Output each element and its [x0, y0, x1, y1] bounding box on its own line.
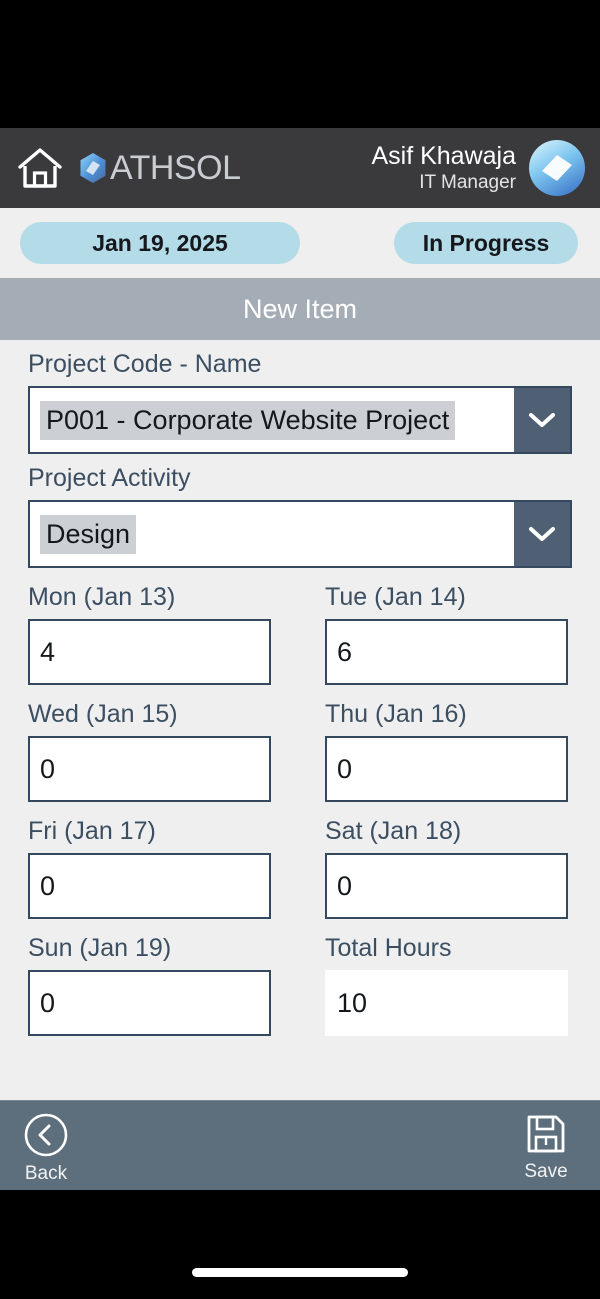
form-scroll-area[interactable]: Project Code - Name P001 - Corporate Web… — [0, 340, 600, 1100]
day-label: Sun (Jan 19) — [28, 934, 172, 962]
day-row: Wed (Jan 15) 0 Thu (Jan 16) 0 — [28, 685, 572, 802]
brand-logo[interactable]: ATHSOL — [78, 151, 241, 185]
home-indicator[interactable] — [192, 1268, 408, 1277]
day-cell-fri: Fri (Jan 17) 0 — [28, 802, 271, 919]
back-label: Back — [24, 1163, 68, 1184]
day-row: Sun (Jan 19) 0 Total Hours 10 — [28, 919, 572, 1036]
hours-input-thu[interactable]: 0 — [325, 736, 568, 802]
day-row: Fri (Jan 17) 0 Sat (Jan 18) 0 — [28, 802, 572, 919]
project-activity-select[interactable]: Design — [28, 500, 572, 568]
meta-row: Jan 19, 2025 In Progress — [0, 208, 600, 278]
day-cell-wed: Wed (Jan 15) 0 — [28, 685, 271, 802]
brand-name: ATHSOL — [110, 149, 241, 187]
phone-screen: ATHSOL Asif Khawaja IT Manager Jan 19, 2… — [0, 0, 600, 1299]
day-row: Mon (Jan 13) 4 Tue (Jan 14) 6 — [28, 568, 572, 685]
hours-input-fri[interactable]: 0 — [28, 853, 271, 919]
user-name: Asif Khawaja — [371, 142, 516, 170]
day-label: Mon (Jan 13) — [28, 583, 176, 611]
day-label: Sat (Jan 18) — [325, 817, 462, 845]
save-button[interactable]: Save — [500, 1111, 592, 1183]
total-hours-label: Total Hours — [325, 934, 452, 962]
project-code-value: P001 - Corporate Website Project — [40, 400, 456, 440]
project-activity-label: Project Activity — [28, 464, 191, 492]
day-label: Wed (Jan 15) — [28, 700, 178, 728]
hours-input-wed[interactable]: 0 — [28, 736, 271, 802]
day-cell-total: Total Hours 10 — [325, 919, 568, 1036]
day-cell-tue: Tue (Jan 14) 6 — [325, 568, 568, 685]
project-code-select[interactable]: P001 - Corporate Website Project — [28, 386, 572, 454]
hours-input-sat[interactable]: 0 — [325, 853, 568, 919]
hours-input-tue[interactable]: 6 — [325, 619, 568, 685]
status-badge[interactable]: In Progress — [394, 222, 578, 264]
project-activity-value: Design — [40, 514, 137, 554]
page-title: New Item — [0, 278, 600, 340]
hexagon-logo-icon — [80, 153, 106, 183]
chevron-down-icon[interactable] — [514, 388, 570, 452]
day-label: Thu (Jan 16) — [325, 700, 467, 728]
project-code-label: Project Code - Name — [28, 350, 262, 378]
bottom-action-bar: Back Save — [0, 1100, 600, 1190]
app-header: ATHSOL Asif Khawaja IT Manager — [0, 128, 600, 208]
hours-input-sun[interactable]: 0 — [28, 970, 271, 1036]
chevron-down-icon[interactable] — [514, 502, 570, 566]
total-hours-value: 10 — [325, 970, 568, 1036]
day-cell-mon: Mon (Jan 13) 4 — [28, 568, 271, 685]
device-home-area — [0, 1190, 600, 1299]
day-label: Fri (Jan 17) — [28, 817, 156, 845]
hours-input-mon[interactable]: 4 — [28, 619, 271, 685]
save-label: Save — [524, 1161, 568, 1182]
day-cell-sun: Sun (Jan 19) 0 — [28, 919, 271, 1036]
chevron-left-circle-icon — [24, 1113, 68, 1157]
back-button[interactable]: Back — [0, 1111, 92, 1185]
day-cell-thu: Thu (Jan 16) 0 — [325, 685, 568, 802]
home-icon[interactable] — [16, 146, 64, 190]
device-status-area — [0, 0, 600, 128]
user-info[interactable]: Asif Khawaja IT Manager — [371, 142, 528, 194]
floppy-disk-icon — [527, 1115, 565, 1153]
day-cell-sat: Sat (Jan 18) 0 — [325, 802, 568, 919]
date-pill[interactable]: Jan 19, 2025 — [20, 222, 300, 264]
avatar[interactable] — [528, 139, 586, 197]
user-role: IT Manager — [419, 172, 516, 193]
day-label: Tue (Jan 14) — [325, 583, 466, 611]
